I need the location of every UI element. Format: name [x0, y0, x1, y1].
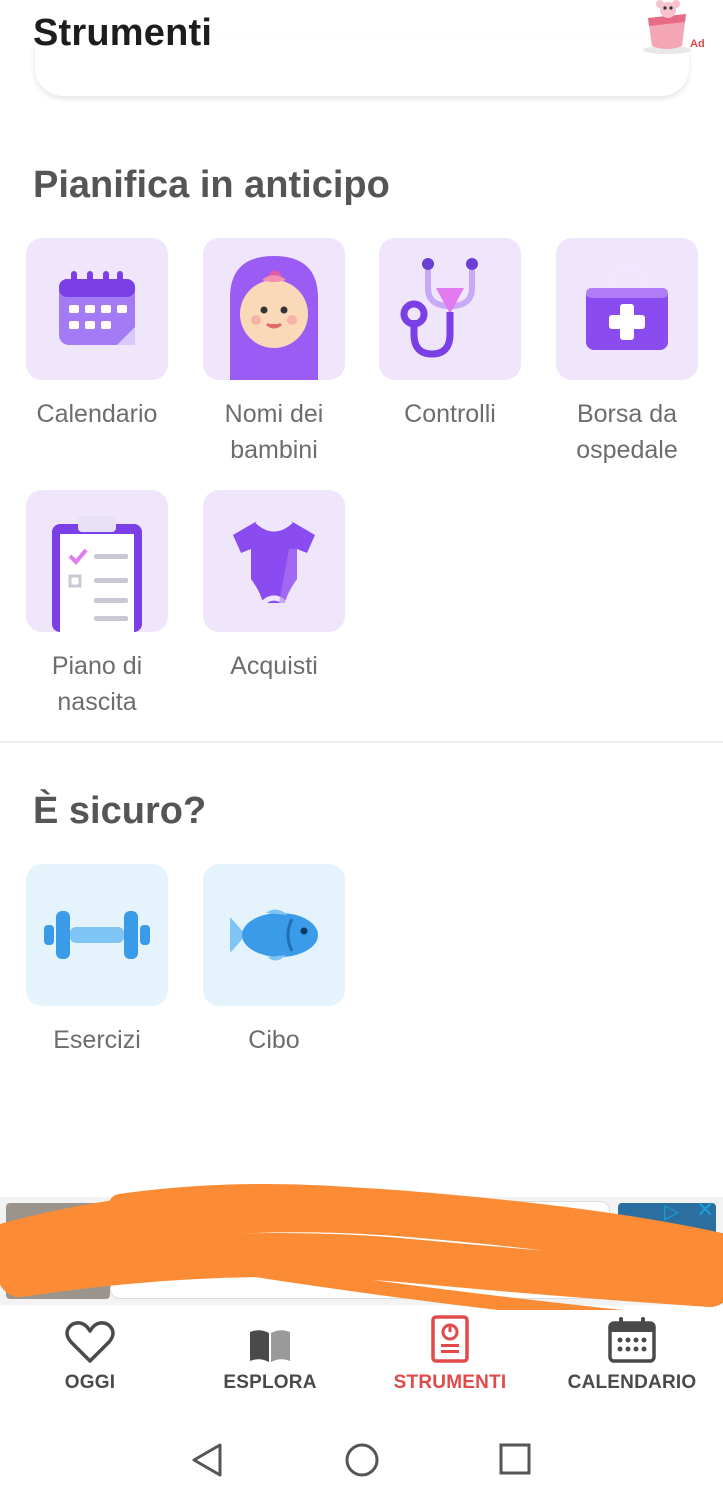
- back-icon[interactable]: [190, 1442, 224, 1483]
- clipboard-checklist-icon: [52, 516, 142, 632]
- tool-tile[interactable]: [203, 864, 345, 1006]
- tool-birth-plan[interactable]: Piano di nascita: [26, 490, 168, 720]
- tool-food[interactable]: Cibo: [203, 864, 345, 1058]
- tool-calendar[interactable]: Calendario: [26, 238, 168, 432]
- recents-icon[interactable]: [498, 1442, 532, 1481]
- tab-label: ESPLORA: [223, 1372, 317, 1393]
- tool-label: Nomi dei bambini: [224, 400, 324, 464]
- top-bar: Strumenti Ad: [0, 0, 723, 96]
- calendar-icon: [542, 1310, 722, 1372]
- tab-esplora[interactable]: ESPLORA: [180, 1310, 360, 1394]
- tab-strumenti[interactable]: STRUMENTI: [360, 1310, 540, 1394]
- tool-checkups[interactable]: Controlli: [379, 238, 521, 432]
- stethoscope-icon: [400, 258, 478, 358]
- tool-label: Controlli: [404, 400, 496, 428]
- tool-shopping[interactable]: Acquisti: [203, 490, 345, 684]
- section-title-plan-ahead: Pianifica in anticipo: [33, 164, 390, 206]
- tool-tile[interactable]: [379, 238, 521, 380]
- tool-tile[interactable]: [556, 238, 698, 380]
- bottom-tab-bar: OGGI ESPLORA STRUMENTI CALENDARIO: [0, 1310, 723, 1420]
- dumbbell-icon: [44, 911, 150, 959]
- tab-label: OGGI: [64, 1372, 116, 1393]
- section-divider: [0, 741, 723, 743]
- tool-tile[interactable]: [203, 490, 345, 632]
- tool-tile[interactable]: [203, 238, 345, 380]
- heart-icon: [0, 1310, 180, 1372]
- tool-tile[interactable]: [26, 864, 168, 1006]
- medical-bag-icon: [586, 265, 668, 350]
- tab-calendario[interactable]: CALENDARIO: [542, 1310, 722, 1394]
- tool-label: Acquisti: [230, 652, 318, 680]
- fish-icon: [230, 909, 318, 961]
- tool-label: Piano di nascita: [51, 652, 143, 716]
- tool-label: Calendario: [36, 400, 158, 428]
- tool-tile[interactable]: [26, 490, 168, 632]
- ad-label: Ad: [690, 38, 705, 50]
- system-navigation-bar: [0, 1420, 723, 1500]
- tool-hospital-bag[interactable]: Borsa da ospedale: [556, 238, 698, 468]
- tool-label: Borsa da ospedale: [576, 400, 678, 464]
- tool-label: Esercizi: [53, 1026, 141, 1054]
- tool-tile[interactable]: [26, 238, 168, 380]
- section-title-is-it-safe: È sicuro?: [33, 790, 207, 832]
- calendar-icon: [59, 271, 135, 345]
- tool-exercises[interactable]: Esercizi: [26, 864, 168, 1058]
- open-book-icon: [180, 1310, 360, 1372]
- tab-oggi[interactable]: OGGI: [0, 1310, 180, 1394]
- ad-hat-icon[interactable]: Ad: [640, 0, 710, 60]
- baby-face-icon: [230, 256, 318, 380]
- tab-label: CALENDARIO: [567, 1372, 697, 1393]
- tool-baby-names[interactable]: Nomi dei bambini: [203, 238, 345, 468]
- baby-bodysuit-icon: [233, 519, 315, 605]
- tools-document-icon: [360, 1310, 540, 1372]
- page-title: Strumenti: [33, 12, 213, 54]
- tool-label: Cibo: [248, 1026, 300, 1054]
- tab-label: STRUMENTI: [393, 1372, 507, 1393]
- home-icon[interactable]: [344, 1442, 380, 1483]
